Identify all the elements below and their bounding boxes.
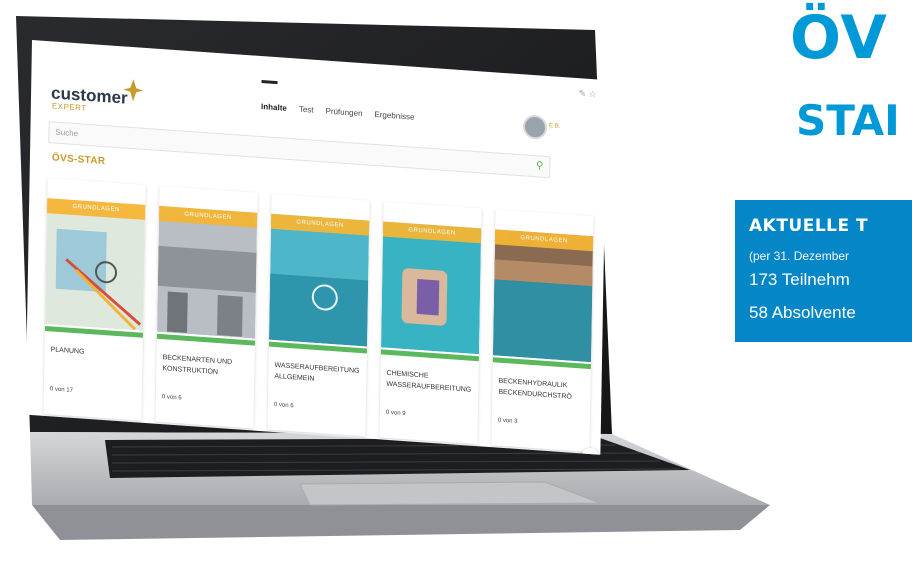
avatar[interactable] [522, 114, 548, 140]
stats-heading: AKTUELLE T [749, 216, 869, 236]
card-title: CHEMISCHE WASSERAUFBEREITUNG [386, 369, 472, 394]
laptop-base-front [32, 505, 770, 540]
avatar-label: E.B. [548, 123, 561, 130]
card-title: BECKENARTEN UND KONSTRUKTION [162, 354, 233, 377]
stats-participants: 173 Teilnehm [749, 270, 850, 289]
main-nav: Inhalte Test Prüfungen Ergebnisse [261, 102, 415, 122]
browser-toolbar-icons: ✎ ☆ [578, 88, 596, 100]
screen-content: ✎ ☆ customer EXPERT Inhalte Test Prüfung… [25, 40, 607, 455]
carousel-next-button[interactable]: › [581, 447, 600, 455]
stats-date: (per 31. Dezember [749, 249, 850, 263]
nav-item-test[interactable]: Test [299, 105, 314, 115]
search-input[interactable]: Suche ⚲ [48, 121, 551, 179]
course-card[interactable]: GRUNDLAGEN BECKENARTEN UND KONSTRUKTION … [155, 185, 258, 429]
logo-subtext: EXPERT [51, 101, 87, 113]
search-placeholder: Suche [55, 127, 79, 139]
stats-graduates: 58 Absolvente [749, 303, 856, 322]
nav-item-inhalte[interactable]: Inhalte [261, 102, 287, 113]
card-progress-count: 0 von 9 [385, 409, 406, 418]
card-progress-count: 0 von 17 [49, 386, 74, 394]
section-title: ÖVS-STAR [51, 152, 106, 168]
star-icon[interactable]: ☆ [588, 89, 596, 100]
card-title: WASSERAUFBEREITUNG ALLGEMEIN [274, 361, 360, 383]
course-card[interactable]: GRUNDLAGEN PLANUNG 0 von 17 [43, 178, 146, 421]
card-title: PLANUNG [50, 346, 85, 356]
logo-star-icon [123, 79, 144, 102]
course-card[interactable]: GRUNDLAGEN CHEMISCHE WASSERAUFBEREITUNG … [379, 201, 482, 445]
card-progress-count: 0 von 6 [161, 394, 182, 402]
card-progress-count: 0 von 6 [273, 401, 294, 410]
card-progress-count: 0 von 3 [497, 417, 518, 425]
promo-title-mid: STAI [796, 96, 900, 145]
course-card[interactable]: GRUNDLAGEN WASSERAUFBEREITUNG ALLGEMEIN … [267, 193, 370, 437]
nav-item-ergebnisse[interactable]: Ergebnisse [374, 110, 414, 122]
trackpad [299, 481, 601, 506]
card-title: BECKENHYDRAULIK BECKENDURCHSTRÖ [498, 377, 572, 401]
stats-box: AKTUELLE T (per 31. Dezember 173 Teilneh… [735, 200, 912, 342]
promo-title-big: ÖV [790, 3, 888, 73]
pin-icon[interactable]: ✎ [578, 88, 586, 99]
course-card-list: GRUNDLAGEN PLANUNG 0 von 17 GRUNDLAGEN B… [43, 178, 606, 455]
app-logo[interactable]: customer EXPERT [51, 79, 144, 113]
search-icon[interactable]: ⚲ [536, 160, 544, 172]
course-card[interactable]: GRUNDLAGEN BECKENHYDRAULIK BECKENDURCHST… [491, 209, 594, 452]
active-tab-indicator [261, 80, 278, 85]
nav-item-pruefungen[interactable]: Prüfungen [325, 107, 362, 119]
